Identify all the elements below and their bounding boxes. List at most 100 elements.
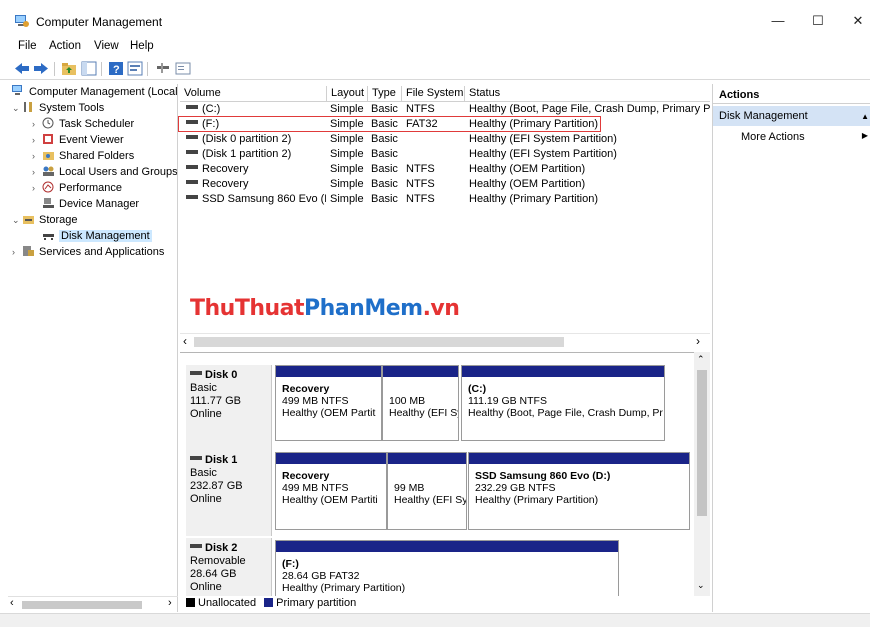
- column-header-status[interactable]: Status: [465, 86, 710, 102]
- tree-horizontal-scrollbar[interactable]: ‹ ›: [8, 596, 178, 612]
- partition-block[interactable]: 100 MB Healthy (EFI Sy: [382, 365, 459, 441]
- partition-status: Healthy (Boot, Page File, Crash Dump, Pr: [468, 407, 663, 419]
- tree-item-performance[interactable]: › Performance: [32, 180, 122, 196]
- chevron-right-icon[interactable]: ›: [32, 180, 42, 196]
- tree-item-task-scheduler[interactable]: › Task Scheduler: [32, 116, 134, 132]
- column-header-layout[interactable]: Layout: [327, 86, 368, 102]
- table-row[interactable]: (Disk 0 partition 2) Simple Basic Health…: [180, 132, 710, 147]
- chevron-right-icon[interactable]: ›: [32, 164, 42, 180]
- cell-volume: Recovery: [186, 177, 326, 192]
- partition-block[interactable]: 99 MB Healthy (EFI Sy: [387, 452, 467, 530]
- scroll-right-icon[interactable]: ›: [696, 334, 700, 348]
- back-arrow-icon[interactable]: [14, 61, 30, 76]
- disk-icon: [190, 456, 202, 460]
- connect-icon[interactable]: [155, 61, 171, 76]
- maximize-button[interactable]: ☐: [803, 8, 833, 34]
- tree-item-shared-folders[interactable]: › Shared Folders: [32, 148, 134, 164]
- tree-item-local-users[interactable]: › Local Users and Groups: [32, 164, 177, 180]
- chevron-right-icon[interactable]: ›: [32, 132, 42, 148]
- submenu-arrow-icon[interactable]: ▶: [862, 131, 868, 140]
- view-icon[interactable]: [175, 61, 191, 76]
- disk-1-label[interactable]: Disk 1 Basic 232.87 GB Online: [186, 450, 272, 536]
- forward-arrow-icon[interactable]: [33, 61, 49, 76]
- menu-action[interactable]: Action: [49, 40, 81, 52]
- tree-item-device-manager[interactable]: Device Manager: [42, 196, 139, 212]
- table-row[interactable]: (C:) Simple Basic NTFS Healthy (Boot, Pa…: [180, 102, 710, 117]
- cell-volume: Recovery: [186, 162, 326, 177]
- properties-icon[interactable]: [127, 61, 143, 76]
- cell-status: Healthy (Primary Partition): [469, 193, 598, 205]
- actions-section-disk-management[interactable]: Disk Management ▲: [713, 106, 870, 126]
- scroll-right-icon[interactable]: ›: [168, 597, 172, 609]
- chevron-down-icon[interactable]: ⌄: [12, 212, 22, 228]
- table-row[interactable]: Recovery Simple Basic NTFS Healthy (OEM …: [180, 162, 710, 177]
- minimize-button[interactable]: —: [763, 8, 793, 34]
- menu-file[interactable]: File: [18, 40, 37, 52]
- more-actions-item[interactable]: More Actions: [741, 130, 805, 144]
- disk-icon: [190, 371, 202, 375]
- disk-0-label[interactable]: Disk 0 Basic 111.77 GB Online: [186, 365, 272, 451]
- collapse-arrow-icon[interactable]: ▲: [861, 107, 869, 127]
- menu-view[interactable]: View: [94, 40, 119, 52]
- disk-size: 28.64 GB: [190, 568, 237, 580]
- partition-block[interactable]: (F:) 28.64 GB FAT32 Healthy (Primary Par…: [275, 540, 619, 596]
- cell-file-system: NTFS: [406, 163, 435, 175]
- disk-name: Disk 1: [205, 454, 238, 466]
- partition-block[interactable]: SSD Samsung 860 Evo (D:) 232.29 GB NTFS …: [468, 452, 690, 530]
- partition-block[interactable]: Recovery 499 MB NTFS Healthy (OEM Partit…: [275, 452, 387, 530]
- tree-item-disk-management[interactable]: Disk Management: [42, 228, 152, 244]
- table-row[interactable]: Recovery Simple Basic NTFS Healthy (OEM …: [180, 177, 710, 192]
- disk-name: Disk 2: [205, 542, 238, 554]
- chevron-right-icon[interactable]: ›: [12, 244, 22, 260]
- partition-name: Recovery: [282, 470, 330, 482]
- disk-view-vertical-scrollbar[interactable]: ⌃ ⌄: [694, 352, 710, 596]
- scrollbar-thumb[interactable]: [697, 370, 707, 516]
- disk-2-label[interactable]: Disk 2 Removable 28.64 GB Online: [186, 538, 272, 596]
- volume-list-horizontal-scrollbar[interactable]: ‹ ›: [180, 333, 710, 349]
- help-icon[interactable]: ?: [108, 61, 124, 76]
- chevron-right-icon[interactable]: ›: [32, 116, 42, 132]
- table-row[interactable]: SSD Samsung 860 Evo (D:) Simple Basic NT…: [180, 192, 710, 207]
- partition-block[interactable]: (C:) 111.19 GB NTFS Healthy (Boot, Page …: [461, 365, 665, 441]
- menu-help[interactable]: Help: [130, 40, 154, 52]
- tree-item-event-viewer[interactable]: › Event Viewer: [32, 132, 124, 148]
- event-viewer-icon: [43, 134, 53, 144]
- column-header-type[interactable]: Type: [368, 86, 402, 102]
- scroll-down-icon[interactable]: ⌄: [697, 580, 705, 591]
- tree-item-services[interactable]: › Services and Applications: [12, 244, 164, 260]
- up-folder-icon[interactable]: [61, 61, 77, 76]
- tree-item-computer-management[interactable]: Computer Management (Local: [12, 84, 178, 100]
- cell-layout: Simple: [330, 163, 364, 175]
- disk-name: Disk 0: [205, 369, 238, 381]
- tree-item-system-tools[interactable]: ⌄ System Tools: [12, 100, 104, 116]
- column-header-file-system[interactable]: File System: [402, 86, 465, 102]
- cell-status: Healthy (EFI System Partition): [469, 148, 617, 160]
- close-button[interactable]: ✕: [843, 8, 870, 34]
- console-tree: Computer Management (Local ⌄ System Tools…: [8, 84, 178, 612]
- table-row[interactable]: (Disk 1 partition 2) Simple Basic Health…: [180, 147, 710, 162]
- partition-status: Healthy (OEM Partit: [282, 407, 376, 419]
- disk-type: Removable: [190, 555, 246, 567]
- disk-status: Online: [190, 408, 222, 420]
- scrollbar-thumb[interactable]: [194, 337, 564, 347]
- column-header-volume[interactable]: Volume: [180, 86, 327, 102]
- disk-icon: [43, 234, 54, 240]
- show-hide-tree-icon[interactable]: [81, 61, 97, 76]
- chevron-down-icon[interactable]: ⌄: [12, 100, 22, 116]
- tree-item-storage[interactable]: ⌄ Storage: [12, 212, 78, 228]
- partition-name: (C:): [468, 383, 487, 395]
- tree-label: System Tools: [39, 102, 105, 114]
- cell-type: Basic: [371, 133, 398, 145]
- primary-partition-bar: [276, 453, 386, 464]
- disk-type: Basic: [190, 467, 217, 479]
- scroll-left-icon[interactable]: ‹: [183, 334, 187, 348]
- tree-label: Computer Management (Local: [29, 86, 178, 98]
- scrollbar-thumb[interactable]: [22, 601, 142, 609]
- cell-text: (Disk 0 partition 2): [202, 133, 292, 145]
- scroll-left-icon[interactable]: ‹: [10, 597, 14, 609]
- partition-block[interactable]: Recovery 499 MB NTFS Healthy (OEM Partit: [275, 365, 382, 441]
- partition-name: (F:): [282, 558, 299, 570]
- chevron-right-icon[interactable]: ›: [32, 148, 42, 164]
- toolbar-separator: [54, 62, 55, 76]
- scroll-up-icon[interactable]: ⌃: [697, 354, 705, 365]
